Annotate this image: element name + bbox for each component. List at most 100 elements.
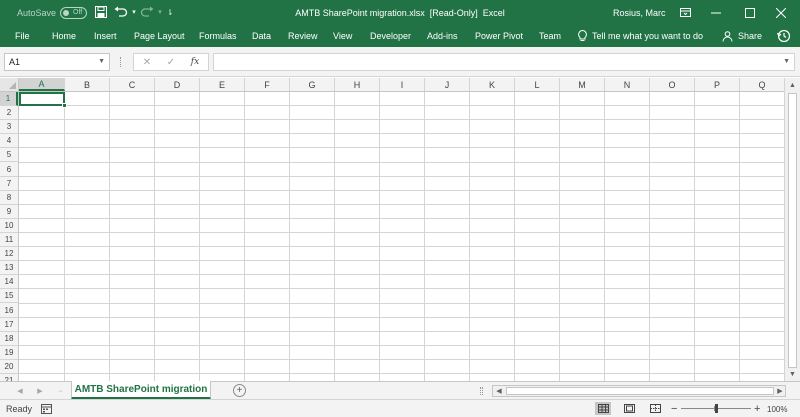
autosave-toggle[interactable]: Off bbox=[60, 6, 88, 19]
tab-home[interactable]: Home bbox=[52, 25, 76, 47]
row-header-13[interactable]: 13 bbox=[0, 261, 18, 276]
vertical-scroll-thumb[interactable] bbox=[788, 93, 797, 368]
column-header-q[interactable]: Q bbox=[740, 78, 784, 91]
cell-grid[interactable] bbox=[19, 92, 784, 381]
column-header-n[interactable]: N bbox=[605, 78, 650, 91]
save-icon[interactable] bbox=[93, 4, 109, 20]
share-button[interactable]: Share bbox=[722, 25, 762, 47]
chevron-down-icon[interactable]: ▼ bbox=[98, 58, 105, 65]
zoom-out-button[interactable]: − bbox=[671, 400, 677, 417]
macro-recording-icon[interactable] bbox=[41, 403, 52, 414]
minimize-icon[interactable] bbox=[697, 0, 735, 25]
column-header-k[interactable]: K bbox=[470, 78, 515, 91]
fill-handle[interactable] bbox=[62, 103, 67, 108]
tab-formulas[interactable]: Formulas bbox=[199, 25, 237, 47]
tab-insert[interactable]: Insert bbox=[94, 25, 117, 47]
page-layout-view-icon[interactable] bbox=[621, 402, 637, 415]
column-header-c[interactable]: C bbox=[110, 78, 155, 91]
expand-formula-bar-icon[interactable]: ▼ bbox=[783, 58, 790, 65]
status-bar: Ready − + 100% bbox=[0, 399, 800, 417]
row-header-4[interactable]: 4 bbox=[0, 134, 18, 149]
insert-function-button[interactable]: fx bbox=[184, 54, 206, 70]
tell-me-search[interactable]: Tell me what you want to do bbox=[578, 25, 703, 47]
tab-split-handle[interactable] bbox=[480, 387, 483, 395]
column-header-i[interactable]: I bbox=[380, 78, 425, 91]
column-header-j[interactable]: J bbox=[425, 78, 470, 91]
column-header-d[interactable]: D bbox=[155, 78, 200, 91]
horizontal-scrollbar[interactable]: ◀ ▶ bbox=[492, 385, 786, 397]
tab-add-ins[interactable]: Add-ins bbox=[427, 25, 458, 47]
row-header-2[interactable]: 2 bbox=[0, 106, 18, 121]
column-header-a[interactable]: A bbox=[19, 78, 65, 91]
cancel-icon[interactable]: ✕ bbox=[136, 54, 158, 70]
customize-quick-access-icon[interactable]: ⇂ bbox=[162, 4, 178, 20]
column-header-m[interactable]: M bbox=[560, 78, 605, 91]
add-sheet-icon[interactable]: + bbox=[233, 384, 246, 397]
row-header-14[interactable]: 14 bbox=[0, 275, 18, 290]
column-header-o[interactable]: O bbox=[650, 78, 695, 91]
tab-review[interactable]: Review bbox=[288, 25, 318, 47]
tab-file[interactable]: File bbox=[15, 25, 30, 47]
row-header-21[interactable]: 21 bbox=[0, 374, 18, 381]
row-header-19[interactable]: 19 bbox=[0, 346, 18, 360]
more-sheets-icon[interactable]: ··· bbox=[54, 385, 66, 397]
row-header-9[interactable]: 9 bbox=[0, 205, 18, 219]
formula-buttons: ✕ ✓ fx bbox=[133, 53, 209, 71]
tab-team[interactable]: Team bbox=[539, 25, 561, 47]
select-all-button[interactable] bbox=[0, 78, 19, 92]
row-header-3[interactable]: 3 bbox=[0, 120, 18, 135]
tab-power-pivot[interactable]: Power Pivot bbox=[475, 25, 523, 47]
column-header-p[interactable]: P bbox=[695, 78, 740, 91]
autosave-control[interactable]: AutoSave Off bbox=[17, 0, 88, 25]
tab-data[interactable]: Data bbox=[252, 25, 271, 47]
vertical-scrollbar[interactable]: ▲ ▼ bbox=[784, 78, 800, 381]
column-header-f[interactable]: F bbox=[245, 78, 290, 91]
row-header-15[interactable]: 15 bbox=[0, 289, 18, 304]
row-header-12[interactable]: 12 bbox=[0, 247, 18, 262]
fx-label: fx bbox=[190, 57, 200, 67]
scroll-left-icon[interactable]: ◀ bbox=[493, 386, 505, 396]
row-header-18[interactable]: 18 bbox=[0, 332, 18, 346]
zoom-in-button[interactable]: + bbox=[754, 400, 760, 417]
tab-developer[interactable]: Developer bbox=[370, 25, 411, 47]
row-header-16[interactable]: 16 bbox=[0, 304, 18, 318]
column-header-h[interactable]: H bbox=[335, 78, 380, 91]
enter-icon[interactable]: ✓ bbox=[160, 54, 182, 70]
next-sheet-icon[interactable]: ▶ bbox=[34, 385, 46, 397]
name-box[interactable]: A1 ▼ bbox=[4, 53, 110, 71]
formula-input[interactable]: ▼ bbox=[213, 53, 795, 71]
column-header-g[interactable]: G bbox=[290, 78, 335, 91]
row-header-8[interactable]: 8 bbox=[0, 191, 18, 205]
close-icon[interactable] bbox=[762, 0, 800, 25]
row-header-11[interactable]: 11 bbox=[0, 233, 18, 247]
horizontal-scroll-thumb[interactable] bbox=[506, 387, 774, 395]
row-header-10[interactable]: 10 bbox=[0, 219, 18, 233]
sheet-tab-amtb-sharepoint-migration[interactable]: AMTB SharePoint migration bbox=[71, 381, 211, 400]
column-header-e[interactable]: E bbox=[200, 78, 245, 91]
scroll-down-icon[interactable]: ▼ bbox=[785, 367, 800, 381]
scroll-up-icon[interactable]: ▲ bbox=[785, 78, 800, 92]
column-header-l[interactable]: L bbox=[515, 78, 560, 91]
row-header-7[interactable]: 7 bbox=[0, 177, 18, 191]
toggle-knob bbox=[63, 9, 70, 16]
zoom-slider-thumb[interactable] bbox=[714, 404, 718, 413]
column-header-b[interactable]: B bbox=[65, 78, 110, 91]
history-icon[interactable] bbox=[776, 28, 792, 44]
row-header-5[interactable]: 5 bbox=[0, 148, 18, 163]
row-header-6[interactable]: 6 bbox=[0, 163, 18, 177]
tab-view[interactable]: View bbox=[333, 25, 352, 47]
user-name[interactable]: Rosius, Marc bbox=[613, 0, 666, 25]
row-header-20[interactable]: 20 bbox=[0, 360, 18, 374]
row-header-17[interactable]: 17 bbox=[0, 318, 18, 332]
normal-view-icon[interactable] bbox=[595, 402, 611, 415]
share-icon bbox=[722, 30, 733, 42]
formula-bar-splitter[interactable] bbox=[120, 57, 124, 67]
tab-page-layout[interactable]: Page Layout bbox=[134, 25, 185, 47]
active-cell-a1[interactable] bbox=[19, 92, 67, 108]
share-label: Share bbox=[738, 31, 763, 41]
page-break-preview-icon[interactable] bbox=[647, 402, 663, 415]
zoom-level[interactable]: 100% bbox=[767, 400, 787, 417]
row-header-1[interactable]: 1 bbox=[0, 92, 18, 106]
scroll-right-icon[interactable]: ▶ bbox=[774, 386, 786, 396]
previous-sheet-icon[interactable]: ◀ bbox=[14, 385, 26, 397]
